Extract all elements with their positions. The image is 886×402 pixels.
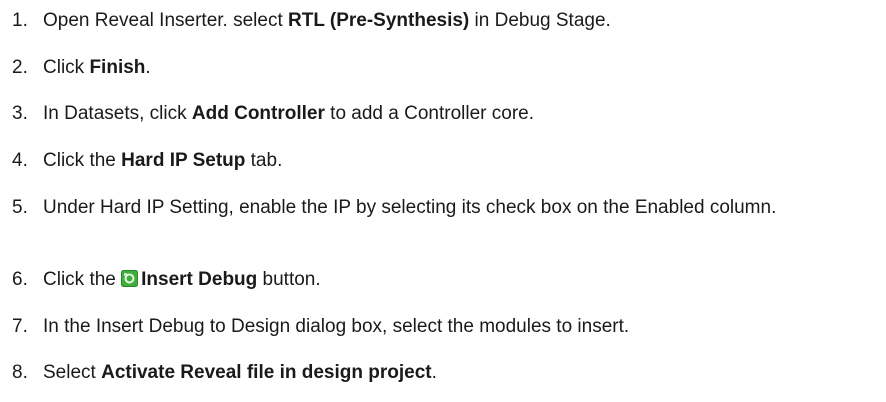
list-item-step-4: 4. Click the Hard IP Setup tab. — [12, 148, 878, 174]
list-item-step-1: 1. Open Reveal Inserter. select RTL (Pre… — [12, 8, 878, 34]
instruction-list: 1. Open Reveal Inserter. select RTL (Pre… — [0, 0, 886, 402]
step-text-post: . — [431, 362, 437, 383]
step-text-bold: Activate Reveal file in design project — [101, 362, 432, 383]
step-text-pre: In Datasets, click — [43, 103, 192, 124]
list-item-step-6: 6. Click the Insert Debug button. — [12, 267, 878, 293]
list-item-step-2: 2. Click Finish. — [12, 55, 878, 81]
step-text-bold: Add Controller — [191, 103, 325, 124]
step-number: 5. — [12, 197, 28, 218]
step-text: Click the Insert Debug button. — [43, 267, 878, 293]
step-number: 3. — [12, 103, 28, 124]
step-text-pre: Click the — [43, 150, 122, 171]
list-item-step-3: 3. In Datasets, click Add Controller to … — [12, 101, 878, 127]
step-number: 4. — [12, 150, 28, 171]
step-text: Open Reveal Inserter. select RTL (Pre-Sy… — [43, 8, 878, 34]
step-number: 6. — [12, 269, 28, 290]
step-text-post: to add a Controller core. — [324, 103, 535, 124]
step-text-post: in Debug Stage. — [469, 10, 611, 31]
step-text-pre: Click — [43, 57, 90, 78]
list-item-step-7: 7. In the Insert Debug to Design dialog … — [12, 314, 878, 340]
step-text: In the Insert Debug to Design dialog box… — [43, 316, 630, 337]
step-text-post: . — [145, 57, 151, 78]
step-text: Select Activate Reveal file in design pr… — [43, 360, 878, 386]
step-number: 1. — [12, 10, 28, 31]
step-number: 2. — [12, 57, 28, 78]
step-text-post: tab. — [245, 150, 283, 171]
step-text-pre: Click the — [43, 269, 122, 290]
list-item-step-8: 8. Select Activate Reveal file in design… — [12, 360, 878, 386]
step-number: 7. — [12, 316, 28, 337]
list-item-step-5: 5. Under Hard IP Setting, enable the IP … — [12, 195, 878, 221]
step-text-bold: RTL (Pre-Synthesis) — [288, 10, 470, 31]
step-number: 8. — [12, 362, 28, 383]
step-text: In Datasets, click Add Controller to add… — [43, 101, 878, 127]
step-text-bold: Insert Debug — [141, 269, 258, 290]
step-text: Click the Hard IP Setup tab. — [43, 148, 878, 174]
step-text: Under Hard IP Setting, enable the IP by … — [43, 197, 777, 218]
step-text-bold: Hard IP Setup — [121, 150, 246, 171]
step-text-post: button. — [257, 269, 321, 290]
step-text: Click Finish. — [43, 55, 878, 81]
step-text-bold: Finish — [89, 57, 146, 78]
step-text-pre: Select — [43, 362, 102, 383]
insert-debug-icon — [121, 270, 139, 287]
step-text-pre: Open Reveal Inserter. select — [43, 10, 289, 31]
